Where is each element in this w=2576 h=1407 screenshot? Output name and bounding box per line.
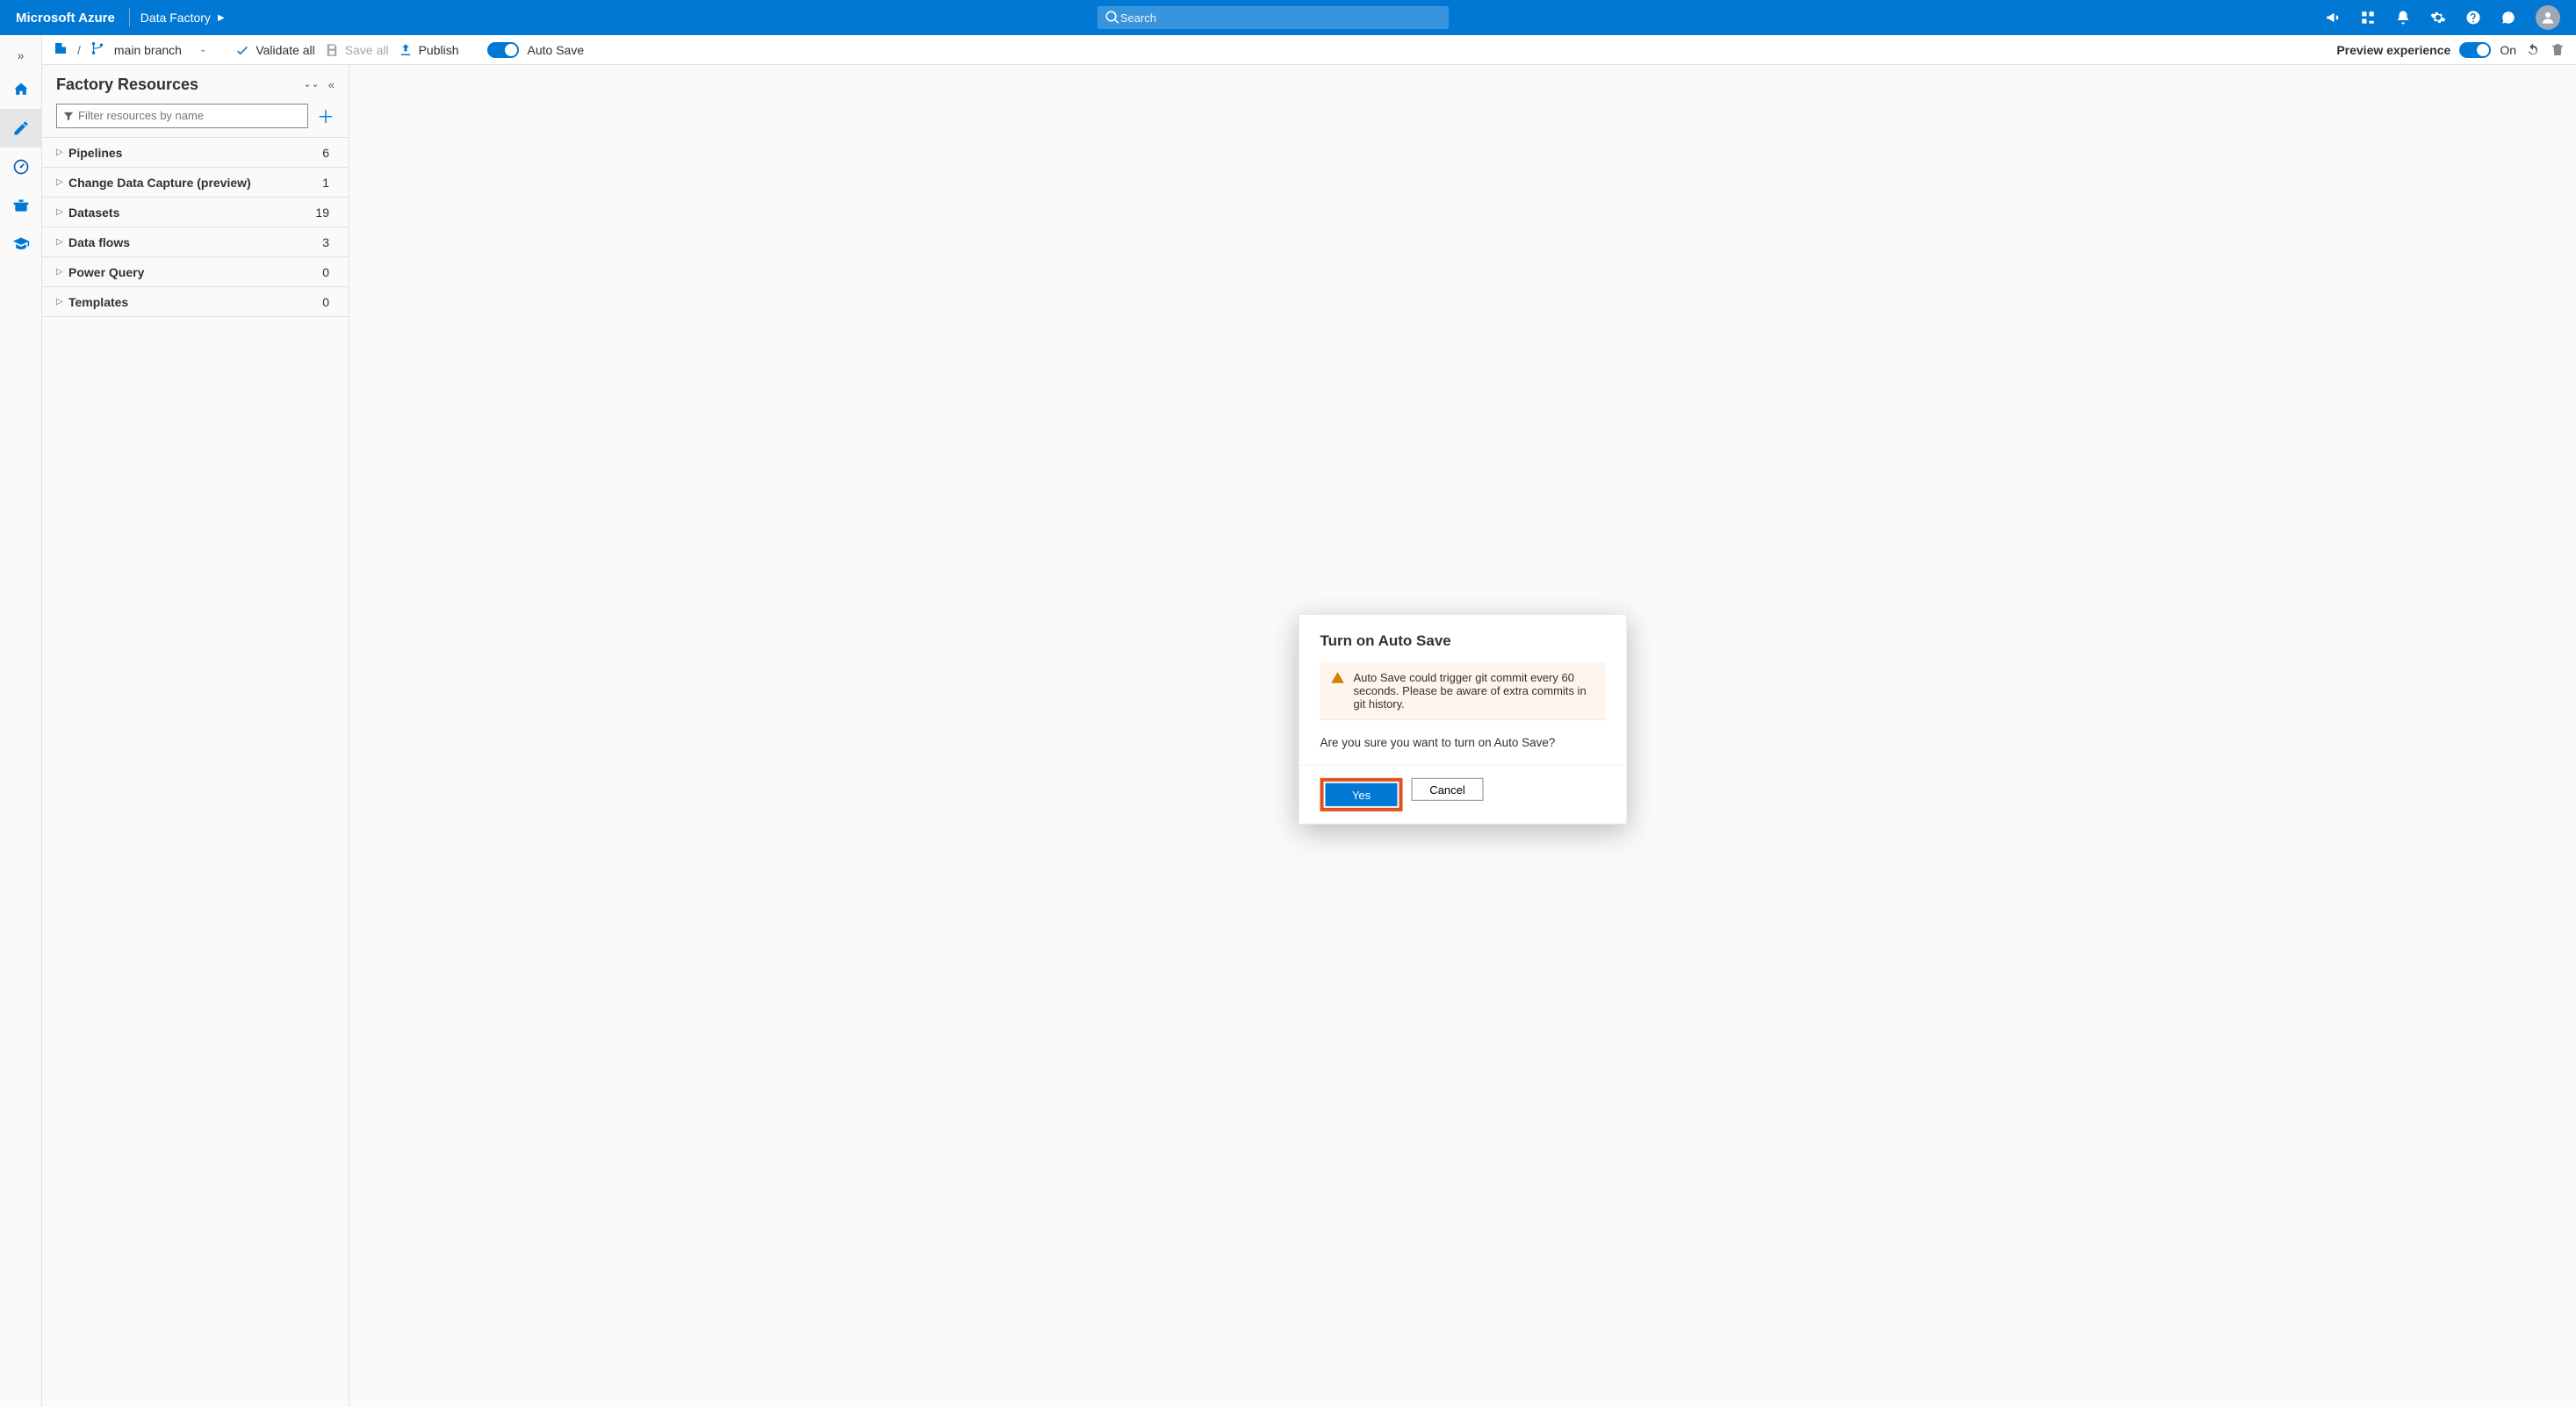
branch-dropdown[interactable]: main branch ⌄ [114, 43, 206, 57]
gauge-icon [12, 158, 30, 176]
preview-experience-label: Preview experience [2336, 43, 2450, 57]
chevron-right-icon: ▷ [56, 267, 68, 277]
chevron-right-icon: ▶ [218, 13, 225, 23]
filter-input[interactable] [78, 109, 302, 122]
autosave-label: Auto Save [528, 43, 585, 57]
autosave-dialog: Turn on Auto Save Auto Save could trigge… [1299, 614, 1628, 825]
dialog-warning: Auto Save could trigger git commit every… [1320, 662, 1606, 720]
chevron-right-icon: ▷ [56, 237, 68, 247]
breadcrumb-sep: / [77, 43, 81, 57]
chevron-down-icon: ⌄ [199, 45, 206, 54]
nav-home[interactable] [0, 70, 42, 109]
refresh-button[interactable] [2525, 42, 2541, 58]
trash-icon [2550, 42, 2565, 58]
search-icon [1105, 10, 1120, 25]
service-breadcrumb[interactable]: Data Factory ▶ [135, 11, 230, 25]
left-nav: » [0, 35, 42, 1407]
dialog-question: Are you sure you want to turn on Auto Sa… [1320, 736, 1606, 749]
feedback-icon[interactable] [2492, 0, 2525, 35]
chevron-right-icon: ▷ [56, 148, 68, 157]
delete-button[interactable] [2550, 42, 2565, 58]
filter-resources[interactable] [56, 104, 308, 128]
toolbox-icon [12, 197, 30, 214]
publish-button[interactable]: Publish [398, 42, 459, 58]
collapse-panel-icon[interactable]: « [328, 78, 335, 91]
help-icon[interactable] [2457, 0, 2490, 35]
graduation-icon [12, 235, 30, 253]
nav-monitor[interactable] [0, 148, 42, 186]
directory-icon[interactable] [2351, 0, 2385, 35]
preview-state: On [2500, 43, 2516, 57]
resource-category[interactable]: ▷ Power Query 0 [42, 257, 349, 287]
data-factory-icon[interactable] [53, 40, 68, 59]
resource-category[interactable]: ▷ Data flows 3 [42, 227, 349, 257]
divider [129, 8, 130, 27]
resource-category[interactable]: ▷ Datasets 19 [42, 198, 349, 227]
expand-nav-button[interactable]: » [0, 40, 41, 70]
global-search[interactable] [1097, 6, 1449, 29]
canvas: Open an item Use the resource explorer t… [349, 65, 2576, 1407]
upload-icon [398, 42, 414, 58]
pencil-icon [12, 119, 30, 137]
resource-category[interactable]: ▷ Templates 0 [42, 287, 349, 317]
warning-icon [1331, 671, 1345, 711]
chevron-right-icon: ▷ [56, 177, 68, 187]
tutorial-highlight: Yes [1320, 778, 1403, 812]
azure-header: Microsoft Azure Data Factory ▶ [0, 0, 2576, 35]
warning-text: Auto Save could trigger git commit every… [1354, 671, 1595, 711]
resource-category[interactable]: ▷ Change Data Capture (preview) 1 [42, 168, 349, 198]
announcements-icon[interactable] [2316, 0, 2349, 35]
preview-toggle[interactable] [2459, 42, 2491, 58]
azure-brand[interactable]: Microsoft Azure [7, 11, 124, 25]
resources-title: Factory Resources [56, 76, 303, 94]
save-all-button[interactable]: Save all [324, 42, 389, 58]
authoring-toolbar: / main branch ⌄ Validate all Save all Pu… [42, 35, 2576, 65]
resource-category[interactable]: ▷ Pipelines 6 [42, 138, 349, 168]
factory-resources-panel: Factory Resources ⌄⌄ « ＋ ▷ [42, 65, 349, 1407]
save-icon [324, 42, 340, 58]
cancel-button[interactable]: Cancel [1412, 778, 1484, 801]
header-icons [2316, 0, 2569, 35]
nav-learn[interactable] [0, 225, 42, 263]
expand-all-icon[interactable]: ⌄⌄ [303, 78, 319, 91]
filter-icon [62, 110, 75, 122]
branch-icon [90, 40, 105, 59]
add-resource-button[interactable]: ＋ [317, 103, 335, 128]
autosave-toggle[interactable] [487, 42, 519, 58]
refresh-icon [2525, 42, 2541, 58]
settings-icon[interactable] [2421, 0, 2455, 35]
user-avatar[interactable] [2536, 5, 2560, 30]
validate-all-button[interactable]: Validate all [234, 42, 314, 58]
home-icon [12, 81, 30, 98]
dialog-title: Turn on Auto Save [1320, 632, 1606, 650]
notifications-icon[interactable] [2386, 0, 2420, 35]
branch-name: main branch [114, 43, 182, 57]
search-input[interactable] [1120, 11, 1442, 25]
nav-manage[interactable] [0, 186, 42, 225]
chevron-right-icon: ▷ [56, 297, 68, 307]
service-name: Data Factory [140, 11, 211, 25]
nav-author[interactable] [0, 109, 42, 148]
chevron-right-icon: ▷ [56, 207, 68, 217]
resource-list: ▷ Pipelines 6 ▷ Change Data Capture (pre… [42, 137, 349, 317]
yes-button[interactable]: Yes [1326, 783, 1398, 806]
checkmark-icon [234, 42, 250, 58]
